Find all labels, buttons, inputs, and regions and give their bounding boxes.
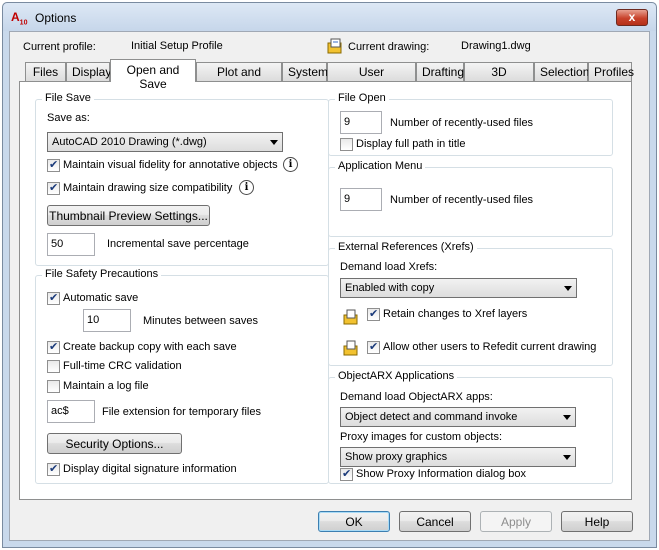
recent-files-label: Number of recently-used files: [390, 117, 534, 129]
window-title: Options: [35, 11, 77, 25]
proxy-images-dropdown[interactable]: Show proxy graphics: [340, 447, 576, 467]
tab-user-preferences[interactable]: User Preferences: [327, 62, 416, 93]
proxy-images-value: Show proxy graphics: [345, 451, 448, 463]
demand-load-arx-label: Demand load ObjectARX apps:: [340, 391, 493, 403]
fidelity-label: Maintain visual fidelity for annotative …: [63, 159, 278, 171]
backup-copy-checkbox[interactable]: [47, 340, 60, 354]
tab-open-and-save[interactable]: Open and Save: [110, 59, 196, 91]
chevron-down-icon: [563, 455, 571, 460]
demand-load-arx-dropdown[interactable]: Object detect and command invoke: [340, 407, 576, 427]
info-icon[interactable]: i: [239, 180, 254, 195]
tab-system[interactable]: System: [282, 62, 328, 81]
close-button[interactable]: x: [616, 9, 648, 26]
drawing-icon: [327, 38, 342, 54]
objectarx-group: ObjectARX Applications Demand load Objec…: [328, 370, 613, 484]
ok-button[interactable]: OK: [318, 511, 390, 532]
file-open-title: File Open: [335, 92, 389, 104]
demand-load-xrefs-dropdown[interactable]: Enabled with copy: [340, 278, 577, 298]
automatic-save-checkbox[interactable]: [47, 291, 60, 305]
info-icon[interactable]: i: [283, 157, 298, 172]
application-menu-group: Application Menu 9 Number of recently-us…: [328, 160, 613, 237]
tab-profiles[interactable]: Profiles: [588, 62, 634, 81]
thumbnail-preview-settings-button[interactable]: Thumbnail Preview Settings...: [47, 205, 210, 226]
demand-load-xrefs-value: Enabled with copy: [345, 282, 435, 294]
tab-display[interactable]: Display: [66, 62, 111, 81]
current-drawing-label: Current drawing:: [348, 41, 430, 53]
automatic-save-label: Automatic save: [63, 292, 139, 304]
tab-files[interactable]: Files: [25, 62, 66, 81]
tab-drafting[interactable]: Drafting: [416, 62, 464, 81]
autocad-icon[interactable]: A10: [11, 10, 29, 26]
allow-refedit-checkbox[interactable]: [367, 340, 380, 354]
digital-signature-checkbox[interactable]: [47, 462, 60, 476]
xrefs-group: External References (Xrefs) Demand load …: [328, 241, 613, 366]
drawing-setting-icon: [343, 309, 358, 325]
incremental-save-label: Incremental save percentage: [107, 238, 249, 250]
file-save-title: File Save: [42, 92, 94, 104]
objectarx-title: ObjectARX Applications: [335, 370, 458, 382]
minutes-between-saves-input[interactable]: 10: [83, 309, 131, 332]
temp-file-extension-label: File extension for temporary files: [102, 406, 261, 418]
full-path-label: Display full path in title: [356, 138, 466, 150]
save-as-label: Save as:: [47, 112, 90, 124]
fidelity-checkbox[interactable]: [47, 158, 60, 172]
minutes-between-saves-label: Minutes between saves: [143, 315, 258, 327]
apply-button[interactable]: Apply: [480, 511, 552, 532]
demand-load-xrefs-label: Demand load Xrefs:: [340, 261, 438, 273]
security-options-button[interactable]: Security Options...: [47, 433, 182, 454]
backup-copy-label: Create backup copy with each save: [63, 341, 237, 353]
tab-plot-and-publish[interactable]: Plot and Publish: [196, 62, 282, 93]
retain-xref-changes-label: Retain changes to Xref layers: [383, 308, 528, 320]
file-save-group: File Save Save as: AutoCAD 2010 Drawing …: [35, 92, 329, 266]
chevron-down-icon: [563, 415, 571, 420]
tab-selection[interactable]: Selection: [534, 62, 589, 81]
digital-signature-label: Display digital signature information: [63, 463, 237, 475]
recent-files-input[interactable]: 9: [340, 111, 382, 134]
drawing-setting-icon: [343, 340, 358, 356]
title-bar[interactable]: A10 Options x: [3, 3, 656, 31]
retain-xref-changes-checkbox[interactable]: [367, 307, 380, 321]
cancel-button[interactable]: Cancel: [399, 511, 471, 532]
proxy-info-label: Show Proxy Information dialog box: [356, 468, 526, 480]
full-path-checkbox[interactable]: [340, 138, 353, 151]
chevron-down-icon: [564, 286, 572, 291]
current-profile-label: Current profile:: [23, 41, 96, 53]
incremental-save-input[interactable]: 50: [47, 233, 95, 256]
tab-page-open-and-save: File Save Save as: AutoCAD 2010 Drawing …: [19, 81, 632, 500]
crc-validation-checkbox[interactable]: [47, 360, 60, 373]
drawing-size-checkbox[interactable]: [47, 181, 60, 195]
current-profile-value: Initial Setup Profile: [131, 40, 223, 52]
allow-refedit-label: Allow other users to Refedit current dra…: [383, 341, 597, 353]
save-as-value: AutoCAD 2010 Drawing (*.dwg): [52, 136, 207, 148]
chevron-down-icon: [270, 140, 278, 145]
log-file-label: Maintain a log file: [63, 380, 149, 392]
proxy-images-label: Proxy images for custom objects:: [340, 431, 503, 443]
crc-validation-label: Full-time CRC validation: [63, 360, 182, 372]
drawing-size-label: Maintain drawing size compatibility: [63, 182, 233, 194]
tab-3d-modeling[interactable]: 3D Modeling: [464, 62, 534, 93]
xrefs-title: External References (Xrefs): [335, 241, 477, 253]
current-drawing-value: Drawing1.dwg: [461, 40, 531, 52]
save-as-dropdown[interactable]: AutoCAD 2010 Drawing (*.dwg): [47, 132, 283, 152]
proxy-info-checkbox[interactable]: [340, 467, 353, 481]
file-safety-title: File Safety Precautions: [42, 268, 162, 280]
file-safety-group: File Safety Precautions Automatic save 1…: [35, 268, 329, 484]
temp-file-extension-input[interactable]: ac$: [47, 400, 95, 423]
log-file-checkbox[interactable]: [47, 380, 60, 393]
app-menu-recent-input[interactable]: 9: [340, 188, 382, 211]
file-open-group: File Open 9 Number of recently-used file…: [328, 92, 613, 156]
app-menu-recent-label: Number of recently-used files: [390, 194, 534, 206]
help-button[interactable]: Help: [561, 511, 633, 532]
application-menu-title: Application Menu: [335, 160, 426, 172]
demand-load-arx-value: Object detect and command invoke: [345, 411, 518, 423]
